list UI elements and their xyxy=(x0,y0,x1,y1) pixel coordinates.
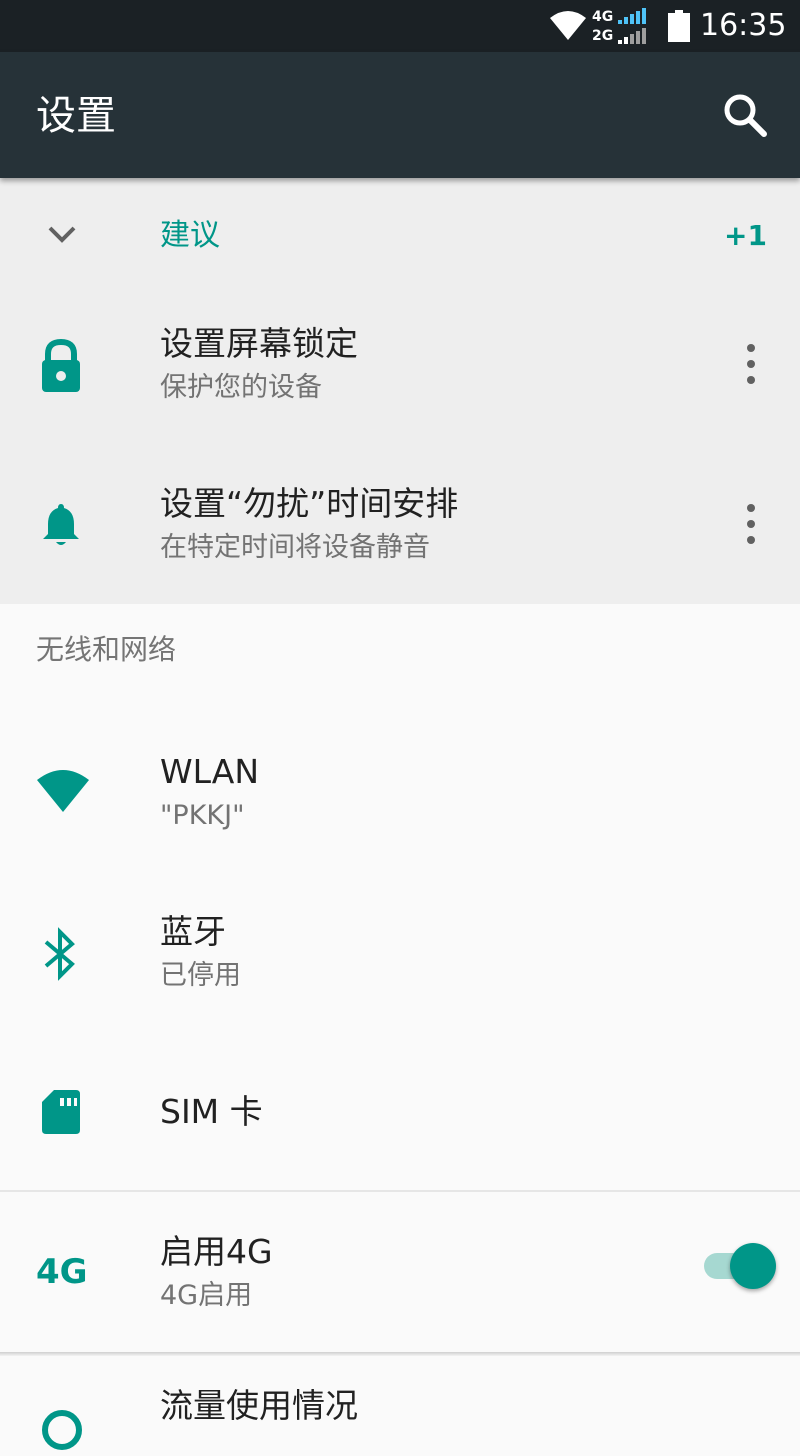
chevron-down-icon[interactable] xyxy=(44,220,80,254)
settings-item-title: SIM 卡 xyxy=(160,1092,263,1131)
battery-icon xyxy=(668,10,690,46)
data-usage-icon xyxy=(40,1408,84,1456)
suggestions-header[interactable] xyxy=(0,178,800,294)
4g-icon: 4G xyxy=(36,1252,88,1292)
settings-item-title: 蓝牙 xyxy=(160,912,226,951)
wifi-status-icon xyxy=(548,8,588,46)
app-bar: 设置 xyxy=(0,52,800,178)
suggestion-screen-lock[interactable]: 设置屏幕锁定 保护您的设备 xyxy=(0,296,800,446)
settings-item-subtitle: 4G启用 xyxy=(160,1280,253,1311)
suggestions-count[interactable]: +1 xyxy=(724,218,767,254)
net-label-top: 4G xyxy=(592,9,614,25)
suggestion-title: 设置“勿扰”时间安排 xyxy=(160,484,459,523)
status-time: 16:35 xyxy=(700,8,787,43)
signal-bars-icon xyxy=(618,28,648,48)
settings-item-sim-card[interactable]: SIM 卡 xyxy=(0,1040,800,1190)
signal-bars-icon xyxy=(618,8,648,28)
settings-item-data-usage[interactable]: 流量使用情况 xyxy=(0,1356,800,1450)
sim-card-icon xyxy=(40,1088,82,1140)
settings-item-title: 流量使用情况 xyxy=(160,1386,358,1425)
cellular-status: 4G 2G xyxy=(592,8,652,46)
settings-item-enable-4g[interactable]: 启用4G 4G启用 xyxy=(0,1192,800,1352)
suggestion-subtitle: 保护您的设备 xyxy=(160,372,322,403)
enable-4g-toggle[interactable] xyxy=(700,1242,780,1290)
settings-item-wlan[interactable]: WLAN "PKKJ" xyxy=(0,720,800,880)
bell-icon xyxy=(36,500,86,554)
settings-item-subtitle: "PKKJ" xyxy=(160,800,245,831)
settings-item-title: 启用4G xyxy=(160,1232,273,1271)
settings-item-bluetooth[interactable]: 蓝牙 已停用 xyxy=(0,880,800,1040)
suggestion-do-not-disturb[interactable]: 设置“勿扰”时间安排 在特定时间将设备静音 xyxy=(0,456,800,606)
suggestion-title: 设置屏幕锁定 xyxy=(160,324,358,363)
more-vert-icon[interactable] xyxy=(736,340,766,388)
search-icon[interactable] xyxy=(718,88,774,144)
status-bar: 4G 2G 16:35 xyxy=(0,0,800,52)
net-label-bottom: 2G xyxy=(592,28,614,44)
lock-icon xyxy=(36,336,86,400)
wifi-icon xyxy=(36,768,90,818)
section-header-wireless: 无线和网络 xyxy=(36,633,177,666)
suggestion-subtitle: 在特定时间将设备静音 xyxy=(160,532,430,563)
settings-item-subtitle: 已停用 xyxy=(160,960,241,991)
suggestions-title: 建议 xyxy=(160,218,220,253)
more-vert-icon[interactable] xyxy=(736,500,766,548)
settings-item-title: WLAN xyxy=(160,752,260,791)
bluetooth-icon xyxy=(40,926,80,986)
toggle-thumb xyxy=(730,1243,776,1289)
page-title: 设置 xyxy=(36,93,116,139)
